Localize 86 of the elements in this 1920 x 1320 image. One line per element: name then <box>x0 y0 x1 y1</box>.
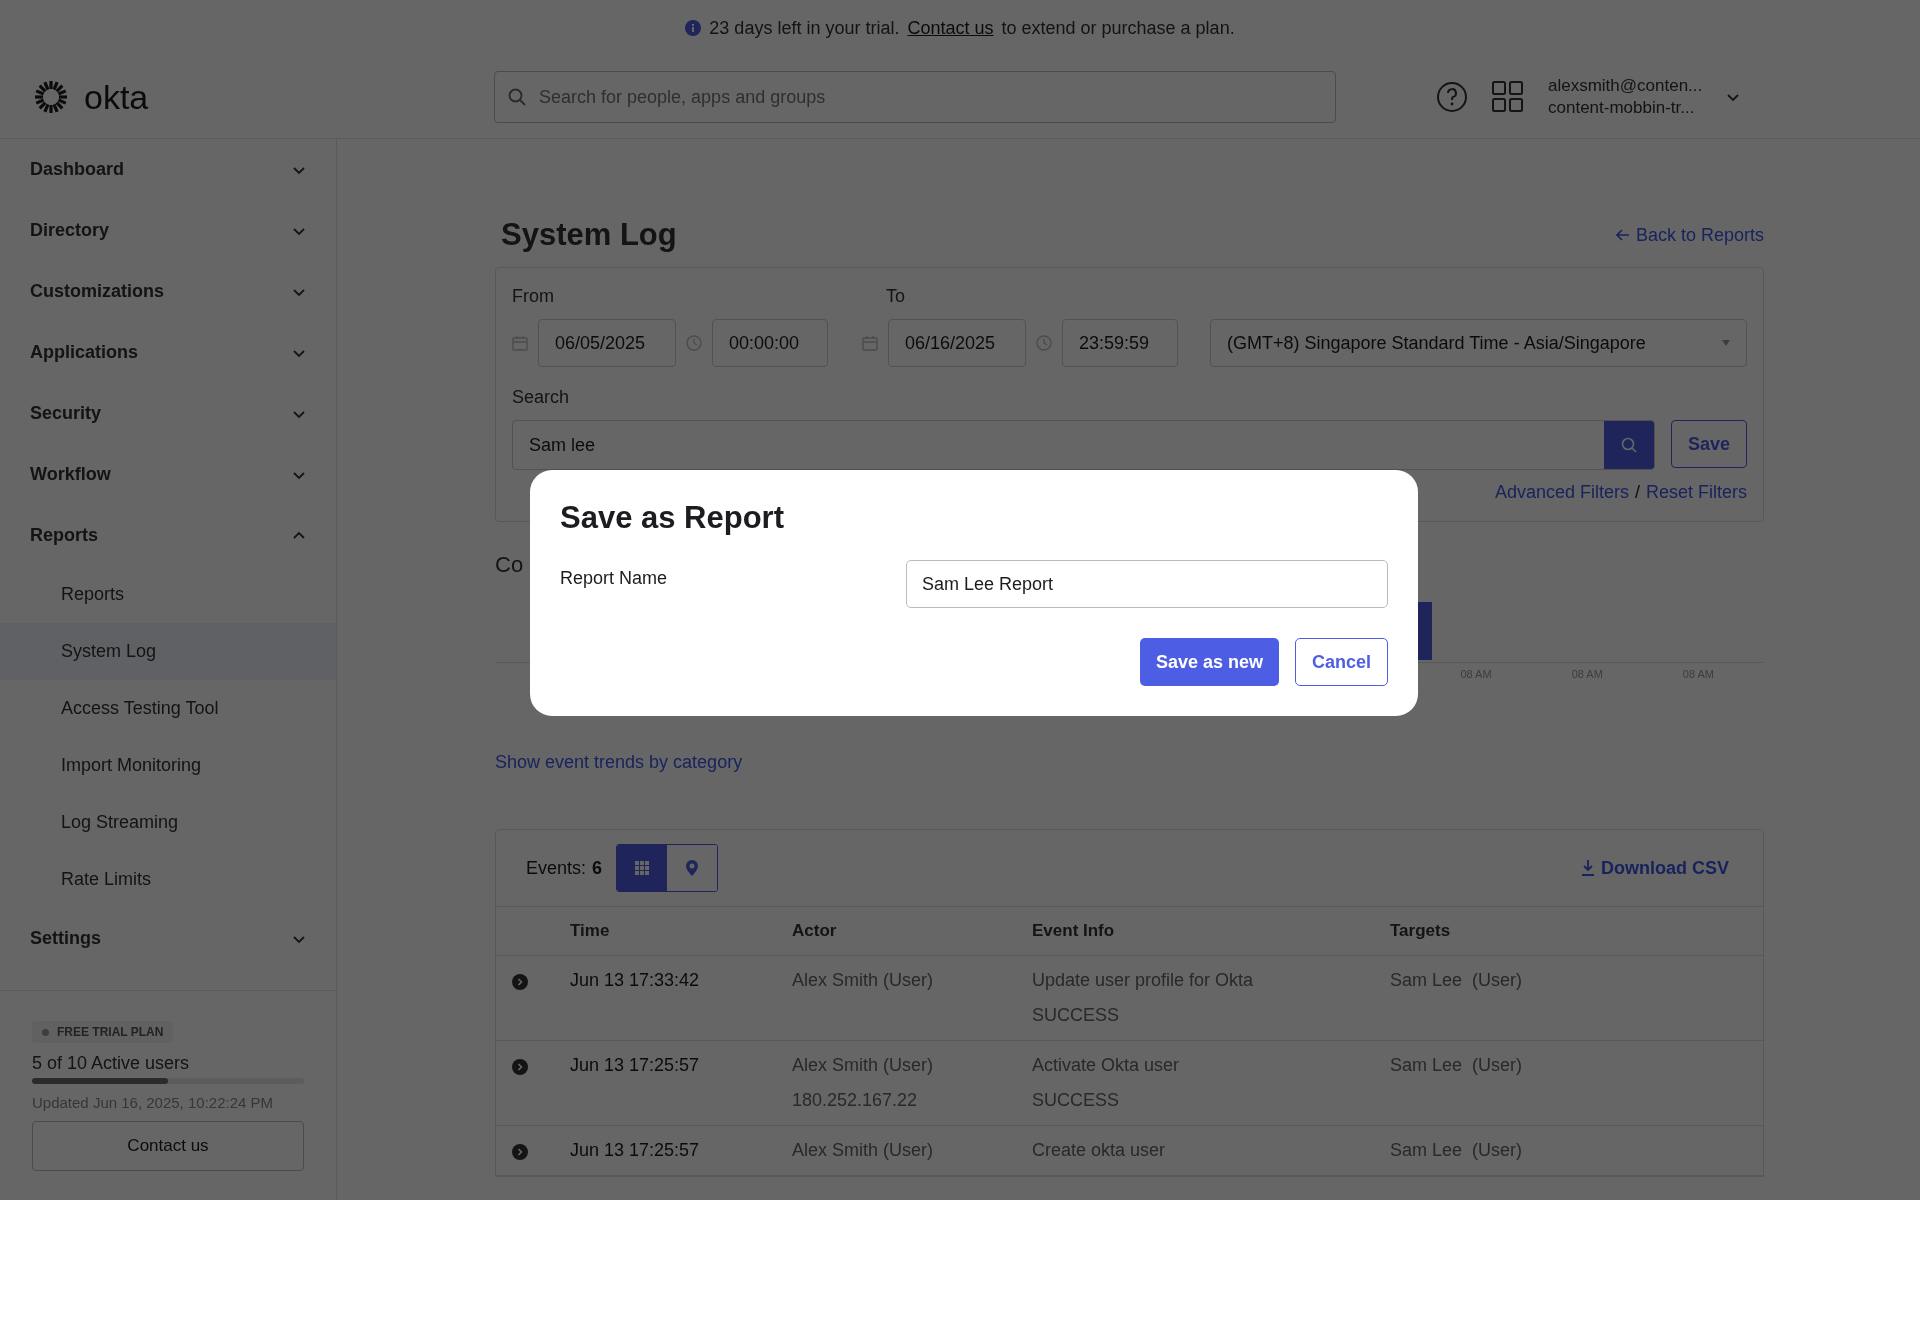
event-description: Activate Okta user <box>1032 1055 1181 1076</box>
events-count: 6 <box>592 857 603 879</box>
info-icon <box>685 20 702 36</box>
apps-grid-icon[interactable] <box>1492 81 1524 113</box>
nav-item[interactable]: Applications <box>0 322 336 383</box>
save-button[interactable]: Save <box>1670 420 1747 468</box>
event-target: Sam Lee (User) <box>1390 1055 1524 1076</box>
calendar-icon <box>862 335 878 351</box>
expand-row-icon[interactable] <box>512 974 528 990</box>
nav-subitem[interactable]: Access Testing Tool <box>0 680 336 737</box>
column-header: Targets <box>1390 907 1763 956</box>
search-icon <box>1620 437 1637 453</box>
nav-subitem[interactable]: Import Monitoring <box>0 737 336 794</box>
reset-filters-link[interactable]: Reset Filters <box>1645 482 1747 503</box>
nav-item[interactable]: Settings <box>0 908 336 969</box>
logo-wordmark: okta <box>84 77 149 117</box>
dialog-title: Save as Report <box>560 500 785 536</box>
column-header: Event Info <box>1032 907 1390 956</box>
clock-icon <box>686 335 702 351</box>
nav-item[interactable]: Directory <box>0 200 336 261</box>
event-trends-link[interactable]: Show event trends by category <box>495 752 1764 773</box>
event-result: SUCCESS <box>1032 1005 1121 1026</box>
grid-icon <box>635 861 650 875</box>
event-result: SUCCESS <box>1032 1090 1121 1111</box>
cancel-button[interactable]: Cancel <box>1294 638 1388 686</box>
nav-item[interactable]: Security <box>0 383 336 444</box>
date-field[interactable]: 06/05/2025 <box>538 319 676 367</box>
time-field[interactable]: 00:00:00 <box>712 319 828 367</box>
nav-item[interactable]: Workflow <box>0 444 336 505</box>
nav-subitem[interactable]: Rate Limits <box>0 851 336 908</box>
nav-subitem[interactable]: Reports <box>0 566 336 623</box>
event-target: Sam Lee (User) <box>1390 1140 1524 1161</box>
trial-message: 23 days left in your trial. <box>709 17 900 39</box>
column-header: Time <box>570 907 792 956</box>
actor-ip: 180.252.167.22 <box>792 1090 919 1111</box>
back-arrow-icon <box>1615 229 1630 241</box>
events-label: Events: <box>526 857 587 879</box>
event-time: Jun 13 17:25:57 <box>570 1055 701 1076</box>
event-description: Update user profile for Okta <box>1032 970 1255 991</box>
actor-name: Alex Smith (User) <box>792 970 935 991</box>
column-header: Actor <box>792 907 1032 956</box>
expand-row-icon[interactable] <box>512 1059 528 1075</box>
search-icon <box>508 88 526 106</box>
clock-icon <box>1036 335 1052 351</box>
map-pin-icon <box>686 860 699 876</box>
nav-item[interactable]: Dashboard <box>0 139 336 200</box>
field-label: Search <box>512 387 571 408</box>
field-label: From <box>512 286 555 307</box>
nav-subitem[interactable]: Log Streaming <box>0 794 336 851</box>
save-as-new-button[interactable]: Save as new <box>1139 638 1279 686</box>
nav-subitem[interactable]: System Log <box>0 623 336 680</box>
view-toggle[interactable] <box>617 845 668 891</box>
download-icon <box>1581 860 1595 876</box>
event-time: Jun 13 17:33:42 <box>570 970 701 991</box>
field-label: To <box>886 286 905 307</box>
section-heading: Co <box>495 552 524 578</box>
trial-suffix: to extend or purchase a plan. <box>1001 17 1235 39</box>
back-link[interactable]: Back to Reports <box>1615 224 1764 246</box>
help-icon[interactable] <box>1436 81 1468 113</box>
event-target: Sam Lee (User) <box>1390 970 1524 991</box>
download-csv-link[interactable]: Download CSV <box>1581 857 1729 879</box>
page-title: System Log <box>500 217 677 253</box>
contact-button[interactable]: Contact us <box>32 1121 304 1171</box>
active-users-count: 5 of 10 Active users <box>32 1053 191 1074</box>
nav-item[interactable]: Reports <box>0 505 336 566</box>
link-separator: / <box>1634 482 1640 503</box>
nav-item[interactable]: Customizations <box>0 261 336 322</box>
actor-name: Alex Smith (User) <box>792 1055 935 1076</box>
date-field[interactable]: 06/16/2025 <box>888 319 1026 367</box>
contact-link[interactable]: Contact us <box>907 17 994 39</box>
report-name-field[interactable]: Sam Lee Report <box>906 560 1388 608</box>
plan-badge: FREE TRIAL PLAN <box>32 1021 174 1043</box>
event-description: Create okta user <box>1032 1140 1167 1161</box>
time-field[interactable]: 23:59:59 <box>1062 319 1178 367</box>
event-time: Jun 13 17:25:57 <box>570 1140 701 1161</box>
expand-row-icon[interactable] <box>512 1144 528 1160</box>
actor-name: Alex Smith (User) <box>792 1140 935 1161</box>
field-label: Report Name <box>560 567 668 589</box>
advanced-filters-link[interactable]: Advanced Filters <box>1494 482 1629 503</box>
search-button[interactable] <box>1603 421 1654 469</box>
timezone-dropdown[interactable]: (GMT+8) Singapore Standard Time - Asia/Singapore <box>1210 319 1747 367</box>
org-name[interactable]: content-mobbin-tr... <box>1548 97 1703 119</box>
caret-icon <box>1722 340 1730 346</box>
user-email[interactable]: alexsmith@conten... <box>1548 75 1703 97</box>
search-query-field[interactable]: Sam lee <box>512 420 1655 470</box>
calendar-icon <box>512 335 528 351</box>
